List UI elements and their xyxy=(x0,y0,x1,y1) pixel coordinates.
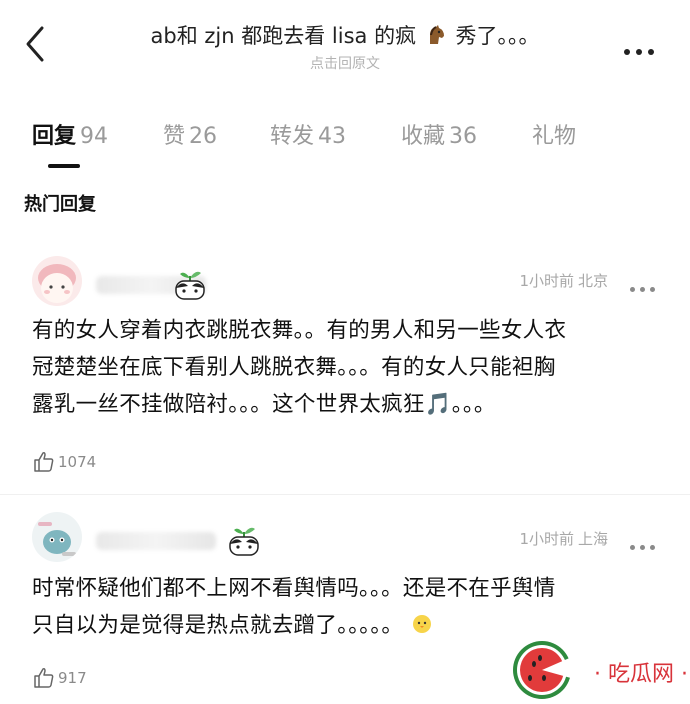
page-title: ab和 zjn 都跑去看 lisa 的疯 秀了。。。 xyxy=(110,20,580,50)
tab-gifts[interactable]: 礼物 xyxy=(532,118,576,150)
comment-line-text: 只自以为是觉得是热点就去蹭了。。。。。 xyxy=(32,613,404,638)
like-button[interactable]: 1074 xyxy=(32,450,96,476)
thumbs-up-icon xyxy=(34,452,54,472)
comment-time: 1小时前 xyxy=(519,530,574,548)
watermark-text: · 吃瓜网 · xyxy=(594,662,688,687)
divider xyxy=(0,494,690,495)
comment-time: 1小时前 xyxy=(519,272,574,290)
tab-count: 26 xyxy=(189,124,218,149)
comment-line: 露乳一丝不挂做陪衬。。。这个世界太疯狂🎵。。。 xyxy=(32,392,496,417)
like-count: 1074 xyxy=(58,453,97,471)
tab-label: 回复 xyxy=(32,124,77,149)
tab-reposts[interactable]: 转发 43 xyxy=(270,118,346,150)
more-options-icon[interactable] xyxy=(624,40,664,55)
like-button[interactable]: 917 xyxy=(32,666,87,692)
header-title-block[interactable]: ab和 zjn 都跑去看 lisa 的疯 秀了。。。 点击回原文 xyxy=(110,20,580,73)
comment-meta: 1小时前 上海 xyxy=(519,528,608,549)
sprout-cat-badge-icon xyxy=(226,522,262,558)
comment-more-icon[interactable] xyxy=(630,277,660,292)
active-tab-indicator xyxy=(48,164,80,168)
chick-emoji-icon xyxy=(410,610,434,634)
comment-line: 冠楚楚坐在底下看别人跳脱衣舞。。。有的女人只能袒胸 xyxy=(32,355,556,380)
watermark: · 吃瓜网 · xyxy=(500,636,690,700)
tab-replies[interactable]: 回复 94 xyxy=(32,118,108,150)
thumbs-up-icon xyxy=(34,668,54,688)
tab-count: 43 xyxy=(318,124,347,149)
avatar[interactable] xyxy=(32,256,82,306)
sprout-cat-badge-icon xyxy=(172,266,208,302)
tab-label: 赞 xyxy=(163,124,186,149)
username-redacted[interactable] xyxy=(96,532,216,550)
comment-text[interactable]: 时常怀疑他们都不上网不看舆情吗。。。还是不在乎舆情 只自以为是觉得是热点就去蹭了… xyxy=(32,570,668,644)
comment-location: 上海 xyxy=(577,530,608,548)
watermelon-logo-icon xyxy=(513,641,578,699)
avatar[interactable] xyxy=(32,512,82,562)
comment-location: 北京 xyxy=(577,272,608,290)
tab-count: 94 xyxy=(80,124,109,149)
comment-text[interactable]: 有的女人穿着内衣跳脱衣舞。。有的男人和另一些女人衣 冠楚楚坐在底下看别人跳脱衣舞… xyxy=(32,312,668,423)
horse-emoji-icon xyxy=(425,24,447,46)
comment-line: 有的女人穿着内衣跳脱衣舞。。有的男人和另一些女人衣 xyxy=(32,318,567,343)
like-count: 917 xyxy=(58,669,87,687)
tab-favorites[interactable]: 收藏 36 xyxy=(401,118,477,150)
top-bar: ab和 zjn 都跑去看 lisa 的疯 秀了。。。 点击回原文 xyxy=(0,0,690,82)
tab-label: 收藏 xyxy=(401,124,446,149)
comment-line: 时常怀疑他们都不上网不看舆情吗。。。还是不在乎舆情 xyxy=(32,576,556,601)
comment-meta: 1小时前 北京 xyxy=(519,270,608,291)
tab-count: 36 xyxy=(449,124,478,149)
tab-label: 转发 xyxy=(270,124,315,149)
title-text: ab和 zjn 都跑去看 lisa 的疯 xyxy=(150,24,417,48)
tab-likes[interactable]: 赞 26 xyxy=(163,118,217,150)
tab-label: 礼物 xyxy=(532,124,577,149)
tab-bar: 回复 94 赞 26 转发 43 收藏 36 礼物 xyxy=(0,110,690,170)
section-title: 热门回复 xyxy=(24,194,96,215)
title-suffix: 秀了。。。 xyxy=(455,24,540,48)
view-original-link[interactable]: 点击回原文 xyxy=(110,53,580,73)
back-icon[interactable] xyxy=(20,24,50,64)
comment-more-icon[interactable] xyxy=(630,535,660,550)
